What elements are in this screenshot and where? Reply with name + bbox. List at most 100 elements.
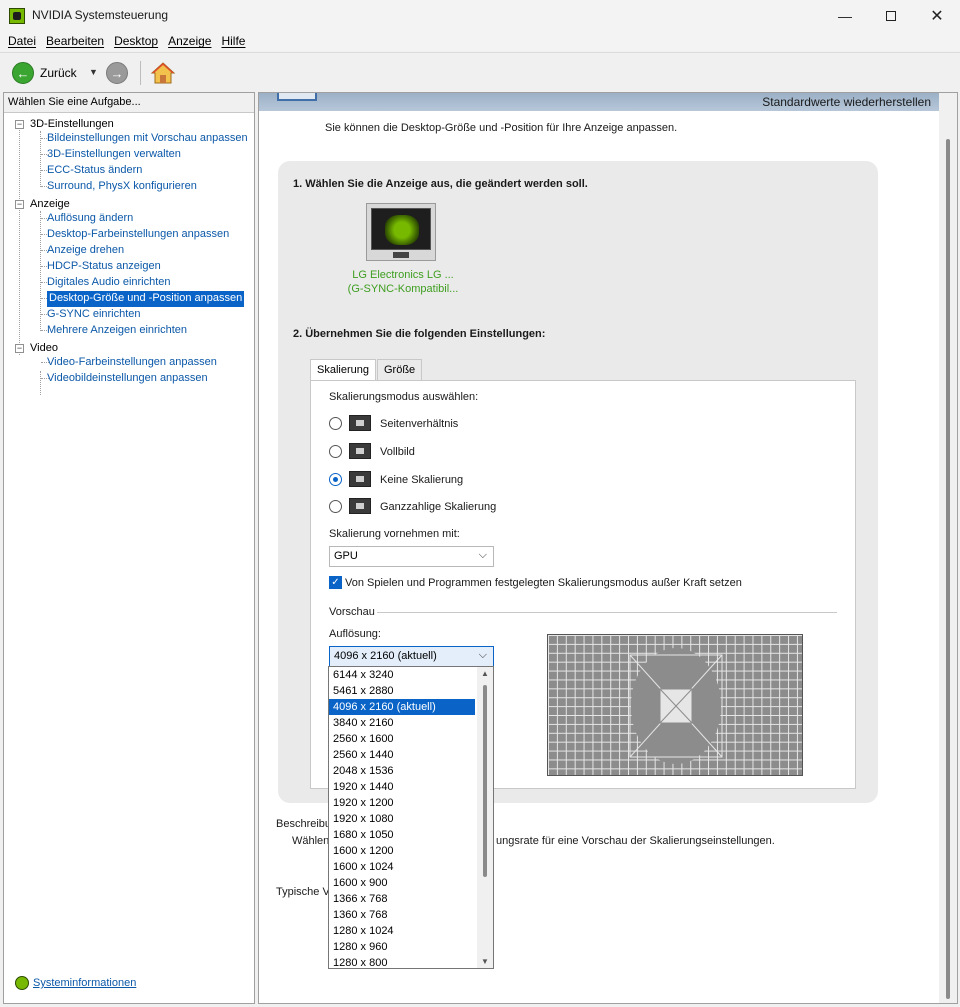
resolution-option[interactable]: 1280 x 1024 [329, 923, 475, 939]
scaling-mode-label: Skalierungsmodus auswählen: [329, 391, 479, 403]
option-vollbild[interactable]: Vollbild [380, 446, 415, 458]
content-scrollbar[interactable] [939, 93, 957, 1003]
aspect-ratio-icon [349, 415, 371, 431]
tree-item-hdcp-status[interactable]: HDCP-Status anzeigen [47, 259, 161, 275]
page-banner-icon [277, 93, 317, 101]
tree-item-anzeige-drehen[interactable]: Anzeige drehen [47, 243, 124, 259]
settings-tabs: Skalierung Größe [310, 359, 423, 381]
resolution-option[interactable]: 1920 x 1080 [329, 811, 475, 827]
back-arrow-icon: ← [12, 62, 34, 84]
tree-item-digitales-audio[interactable]: Digitales Audio einrichten [47, 275, 171, 291]
radio-keine-skalierung[interactable] [329, 473, 342, 486]
description-heading: Beschreibu [276, 818, 332, 830]
menu-bar: Datei Bearbeiten Desktop Anzeige Hilfe [0, 31, 960, 51]
chevron-down-icon: ⌵ [478, 649, 487, 661]
collapse-video-icon[interactable]: − [15, 344, 24, 353]
resolution-option[interactable]: 2560 x 1440 [329, 747, 475, 763]
display-name-line2: (G-SYNC-Kompatibil... [347, 283, 459, 295]
tree-item-bildeinstellungen[interactable]: Bildeinstellungen mit Vorschau anpassen [47, 131, 248, 147]
resolution-option[interactable]: 1600 x 1200 [329, 843, 475, 859]
tree-item-aufloesung[interactable]: Auflösung ändern [47, 211, 133, 227]
option-keine-skalierung[interactable]: Keine Skalierung [380, 474, 463, 486]
tree-item-3d-verwalten[interactable]: 3D-Einstellungen verwalten [47, 147, 181, 163]
resolution-option[interactable]: 1360 x 768 [329, 907, 475, 923]
tree-item-videobild[interactable]: Videobildeinstellungen anpassen [47, 371, 208, 387]
collapse-anzeige-icon[interactable]: − [15, 200, 24, 209]
tree-item-desktop-groesse-selected[interactable]: Desktop-Größe und -Position anpassen [47, 291, 245, 307]
scroll-up-icon[interactable]: ▲ [481, 669, 489, 678]
toolbar-separator [140, 61, 141, 85]
display-name-label[interactable]: LG Electronics LG ... (G-SYNC-Kompatibil… [338, 268, 468, 296]
page-description: Sie können die Desktop-Größe und -Positi… [325, 122, 678, 134]
resolution-option[interactable]: 2560 x 1600 [329, 731, 475, 747]
forward-arrow-icon: → [106, 62, 128, 84]
minimize-button[interactable]: — [822, 0, 868, 31]
tree-item-farbeinstellungen[interactable]: Desktop-Farbeinstellungen anpassen [47, 227, 229, 243]
back-button[interactable]: ← Zurück [12, 61, 77, 85]
menu-hilfe[interactable]: Hilfe [216, 31, 250, 51]
maximize-icon [886, 10, 896, 21]
tree-item-ecc-status[interactable]: ECC-Status ändern [47, 163, 142, 179]
monitor-icon [371, 208, 431, 250]
scroll-down-icon[interactable]: ▼ [481, 957, 489, 966]
forward-button[interactable]: → [106, 62, 128, 84]
resolution-option[interactable]: 6144 x 3240 [329, 667, 475, 683]
dropdown-scrollbar[interactable]: ▲ ▼ [477, 667, 493, 968]
menu-bearbeiten[interactable]: Bearbeiten [41, 31, 109, 51]
tree-connector [40, 131, 41, 187]
maximize-button[interactable] [868, 0, 914, 31]
step2-heading: 2. Übernehmen Sie die folgenden Einstell… [293, 328, 546, 340]
option-ganzzahlige[interactable]: Ganzzahlige Skalierung [380, 501, 496, 513]
resolution-value: 4096 x 2160 (aktuell) [334, 650, 437, 662]
toolbar: ← Zurück ▼ → [0, 52, 960, 91]
resolution-option[interactable]: 1600 x 900 [329, 875, 475, 891]
system-info-label: Systeminformationen [33, 977, 137, 989]
home-icon [150, 62, 176, 84]
resolution-option[interactable]: 1920 x 1440 [329, 779, 475, 795]
tree-connector [19, 125, 20, 355]
system-info-link[interactable]: Systeminformationen [15, 976, 136, 990]
menu-anzeige[interactable]: Anzeige [163, 31, 216, 51]
tree-item-video-farbe[interactable]: Video-Farbeinstellungen anpassen [47, 355, 217, 371]
tree-item-gsync[interactable]: G-SYNC einrichten [47, 307, 141, 323]
tree-item-surround-physx[interactable]: Surround, PhysX konfigurieren [47, 179, 197, 195]
history-dropdown-icon[interactable]: ▼ [89, 67, 98, 77]
dropdown-scrollbar-thumb[interactable] [483, 685, 487, 877]
resolution-option[interactable]: 1280 x 960 [329, 939, 475, 955]
resolution-option[interactable]: 1680 x 1050 [329, 827, 475, 843]
close-button[interactable]: ✕ [914, 0, 960, 31]
resolution-option[interactable]: 1366 x 768 [329, 891, 475, 907]
tree-item-mehrere-anzeigen[interactable]: Mehrere Anzeigen einrichten [47, 323, 187, 339]
radio-ganzzahlige[interactable] [329, 500, 342, 513]
radio-seitenverhaeltnis[interactable] [329, 417, 342, 430]
resolution-label: Auflösung: [329, 628, 381, 640]
override-label[interactable]: Von Spielen und Programmen festgelegten … [345, 577, 742, 589]
resolution-option[interactable]: 1600 x 1024 [329, 859, 475, 875]
typical-usage-heading: Typische V [276, 886, 330, 898]
integer-scaling-icon [349, 498, 371, 514]
override-checkbox[interactable]: ✓ [329, 576, 342, 589]
collapse-3d-icon[interactable]: − [15, 120, 24, 129]
resolution-option[interactable]: 4096 x 2160 (aktuell) [329, 699, 475, 715]
tab-skalierung[interactable]: Skalierung [310, 359, 376, 381]
menu-datei[interactable]: Datei [3, 31, 41, 51]
resolution-option[interactable]: 2048 x 1536 [329, 763, 475, 779]
tab-groesse[interactable]: Größe [376, 359, 423, 381]
window-title: NVIDIA Systemsteuerung [32, 8, 169, 22]
resolution-option[interactable]: 1280 x 800 [329, 955, 475, 968]
resolution-option[interactable]: 1920 x 1200 [329, 795, 475, 811]
content-scrollbar-thumb[interactable] [946, 139, 950, 999]
resolution-select[interactable]: 4096 x 2160 (aktuell) ⌵ [329, 646, 494, 667]
preview-group-divider [377, 612, 837, 613]
radio-vollbild[interactable] [329, 445, 342, 458]
nvidia-app-icon [9, 8, 25, 24]
resolution-option[interactable]: 3840 x 2160 [329, 715, 475, 731]
home-button[interactable] [150, 60, 176, 86]
close-icon: ✕ [930, 7, 944, 25]
perform-scaling-select[interactable]: GPU ⌵ [329, 546, 494, 567]
option-seitenverhaeltnis[interactable]: Seitenverhältnis [380, 418, 458, 430]
resolution-option[interactable]: 5461 x 2880 [329, 683, 475, 699]
menu-desktop[interactable]: Desktop [109, 31, 163, 51]
display-selector-tile[interactable] [366, 203, 436, 261]
restore-defaults-link[interactable]: Standardwerte wiederherstellen [762, 95, 931, 109]
